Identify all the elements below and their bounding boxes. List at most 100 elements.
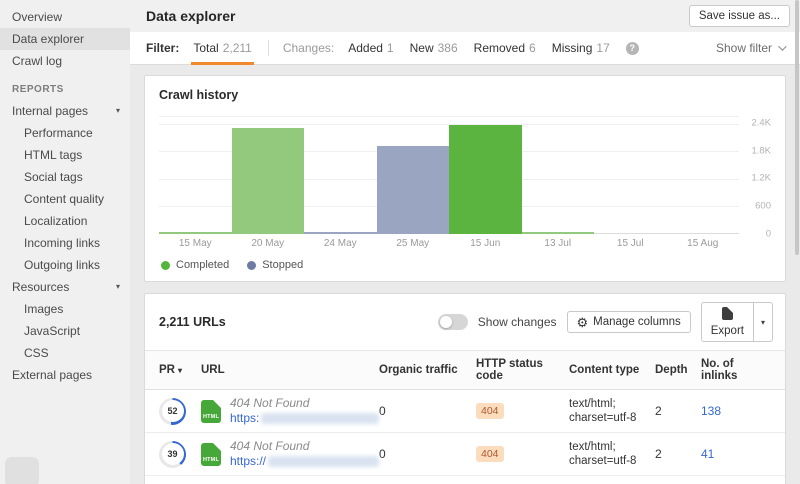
sidebar-item-social-tags[interactable]: Social tags <box>0 166 130 188</box>
sidebar-item-content-quality[interactable]: Content quality <box>0 188 130 210</box>
gear-icon: ⚙ <box>577 317 589 328</box>
url-title-link[interactable]: 404 Not Found <box>230 396 379 411</box>
sidebar-item-crawl-log[interactable]: Crawl log <box>0 50 130 72</box>
column-header-url[interactable]: URL <box>201 364 379 376</box>
sidebar-item-outgoing-links[interactable]: Outgoing links <box>0 254 130 276</box>
column-header-depth[interactable]: Depth <box>655 364 701 376</box>
sidebar-reports-group: Internal pages▾PerformanceHTML tagsSocia… <box>0 100 130 386</box>
filter-chip-label: Added <box>348 41 383 55</box>
filter-chip-missing[interactable]: Missing17 <box>552 41 610 55</box>
export-label: Export <box>711 325 744 337</box>
sidebar-item-label: Outgoing links <box>24 258 100 272</box>
sidebar-item-images[interactable]: Images <box>0 298 130 320</box>
filter-label: Filter: <box>146 41 179 55</box>
sidebar-item-label: Images <box>24 302 63 316</box>
sidebar-bottom-tile <box>5 457 39 484</box>
html-file-icon-label: HTML <box>201 414 221 420</box>
sidebar-item-label: JavaScript <box>24 324 80 338</box>
pr-cell: 39 <box>159 441 201 468</box>
sidebar-item-label: External pages <box>12 368 92 382</box>
chart-x-tick-label: 20 May <box>232 238 305 249</box>
chart-bar-25-may <box>377 146 450 234</box>
export-button[interactable]: Export <box>701 302 754 342</box>
chart-y-tick-label: 600 <box>755 201 771 212</box>
show-changes-toggle[interactable] <box>438 314 468 330</box>
column-header-no-of-inlinks[interactable]: No. of inlinks <box>701 358 771 382</box>
sidebar-item-localization[interactable]: Localization <box>0 210 130 232</box>
show-filter-button[interactable]: Show filter <box>716 41 784 55</box>
sidebar-item-html-tags[interactable]: HTML tags <box>0 144 130 166</box>
crawl-history-panel: Crawl history 2.4K1.8K1.2K6000 15 May20 … <box>144 75 786 282</box>
chevron-down-icon: ▾ <box>116 280 124 294</box>
chart-y-tick-label: 1.2K <box>751 173 771 184</box>
sidebar-item-label: Incoming links <box>24 236 100 250</box>
filter-changes-label: Changes: <box>283 41 334 55</box>
urls-count: 2,211 URLs <box>159 315 226 329</box>
column-header-organic-traffic[interactable]: Organic traffic <box>379 364 476 376</box>
sidebar-item-overview[interactable]: Overview <box>0 6 130 28</box>
legend-dot-icon <box>247 261 256 270</box>
manage-columns-button[interactable]: ⚙ Manage columns <box>567 311 691 333</box>
url-link[interactable]: https:// <box>230 454 266 469</box>
filter-chips-group: Added1 New386 Removed6 Missing17 <box>348 41 626 55</box>
sidebar-item-label: HTML tags <box>24 148 82 162</box>
filter-chip-value: 6 <box>529 41 536 55</box>
sidebar-item-label: Social tags <box>24 170 83 184</box>
main-area: Data explorer Save issue as... Filter: T… <box>130 0 800 484</box>
export-button-group: Export ▾ <box>701 302 773 342</box>
http-status-badge: 404 <box>476 403 504 419</box>
chart-x-tick-label: 15 May <box>159 238 232 249</box>
column-header-content-type[interactable]: Content type <box>569 364 655 376</box>
save-issue-as-button[interactable]: Save issue as... <box>689 5 790 27</box>
export-dropdown-button[interactable]: ▾ <box>754 302 773 342</box>
sidebar-item-resources[interactable]: Resources▾ <box>0 276 130 298</box>
legend-item-completed: Completed <box>161 259 229 271</box>
page-rating-value: 39 <box>162 443 184 465</box>
filter-chip-added[interactable]: Added1 <box>348 41 393 55</box>
column-header-pr[interactable]: PR▾ <box>159 364 201 376</box>
column-header-http-status-code[interactable]: HTTP status code <box>476 358 569 382</box>
filter-chip-removed[interactable]: Removed6 <box>474 41 536 55</box>
sidebar-item-internal-pages[interactable]: Internal pages▾ <box>0 100 130 122</box>
sidebar-item-data-explorer[interactable]: Data explorer <box>0 28 130 50</box>
inlinks-count-link[interactable]: 41 <box>701 447 714 461</box>
chart-x-tick-label: 15 Aug <box>667 238 740 249</box>
sidebar-item-css[interactable]: CSS <box>0 342 130 364</box>
chart-y-tick-label: 0 <box>766 229 771 240</box>
chart-x-tick-label: 13 Jul <box>522 238 595 249</box>
sidebar-item-label: Internal pages <box>12 104 88 118</box>
url-link[interactable]: https: <box>230 411 259 426</box>
filter-tab-total[interactable]: Total 2,211 <box>191 32 254 65</box>
sidebar-item-incoming-links[interactable]: Incoming links <box>0 232 130 254</box>
chart-x-tick-label: 15 Jun <box>449 238 522 249</box>
page-rating-value: 52 <box>162 400 184 422</box>
sidebar-item-javascript[interactable]: JavaScript <box>0 320 130 342</box>
chart-plot <box>159 116 739 234</box>
filter-chip-label: Missing <box>552 41 593 55</box>
depth-cell: 2 <box>655 447 701 461</box>
content-type-line2: charset=utf-8 <box>569 411 655 425</box>
table-row: 52HTML404 Not Foundhttps:0404text/html;c… <box>145 390 785 432</box>
chart-x-axis: 15 May20 May24 May25 May15 Jun13 Jul15 J… <box>159 238 739 249</box>
filter-chip-value: 17 <box>596 41 609 55</box>
html-file-icon: HTML <box>201 400 221 423</box>
url-redacted-blur <box>261 413 379 424</box>
filter-total-label: Total <box>193 41 218 55</box>
filter-divider <box>268 40 269 56</box>
sidebar-item-external-pages[interactable]: External pages <box>0 364 130 386</box>
chart-bar-24-may <box>304 232 377 234</box>
vertical-scrollbar[interactable] <box>795 0 799 255</box>
help-icon[interactable]: ? <box>626 42 639 55</box>
filter-chip-new[interactable]: New386 <box>410 41 458 55</box>
http-status-cell: 404 <box>476 446 569 462</box>
sidebar-item-performance[interactable]: Performance <box>0 122 130 144</box>
url-title-link[interactable]: 404 Not Found <box>230 439 379 454</box>
inlinks-count-link[interactable]: 138 <box>701 404 721 418</box>
toggle-knob <box>440 316 452 328</box>
legend-item-stopped: Stopped <box>247 259 303 271</box>
url-text-block: 404 Not Foundhttps:// <box>230 439 379 469</box>
url-address-line: https:// <box>230 454 379 469</box>
chart-title: Crawl history <box>159 88 771 102</box>
table-row: 39HTML404 Not Foundhttps://0404text/html… <box>145 432 785 475</box>
table-row: 36HTML404 Not Foundhttps:0404text/html;c… <box>145 475 785 484</box>
